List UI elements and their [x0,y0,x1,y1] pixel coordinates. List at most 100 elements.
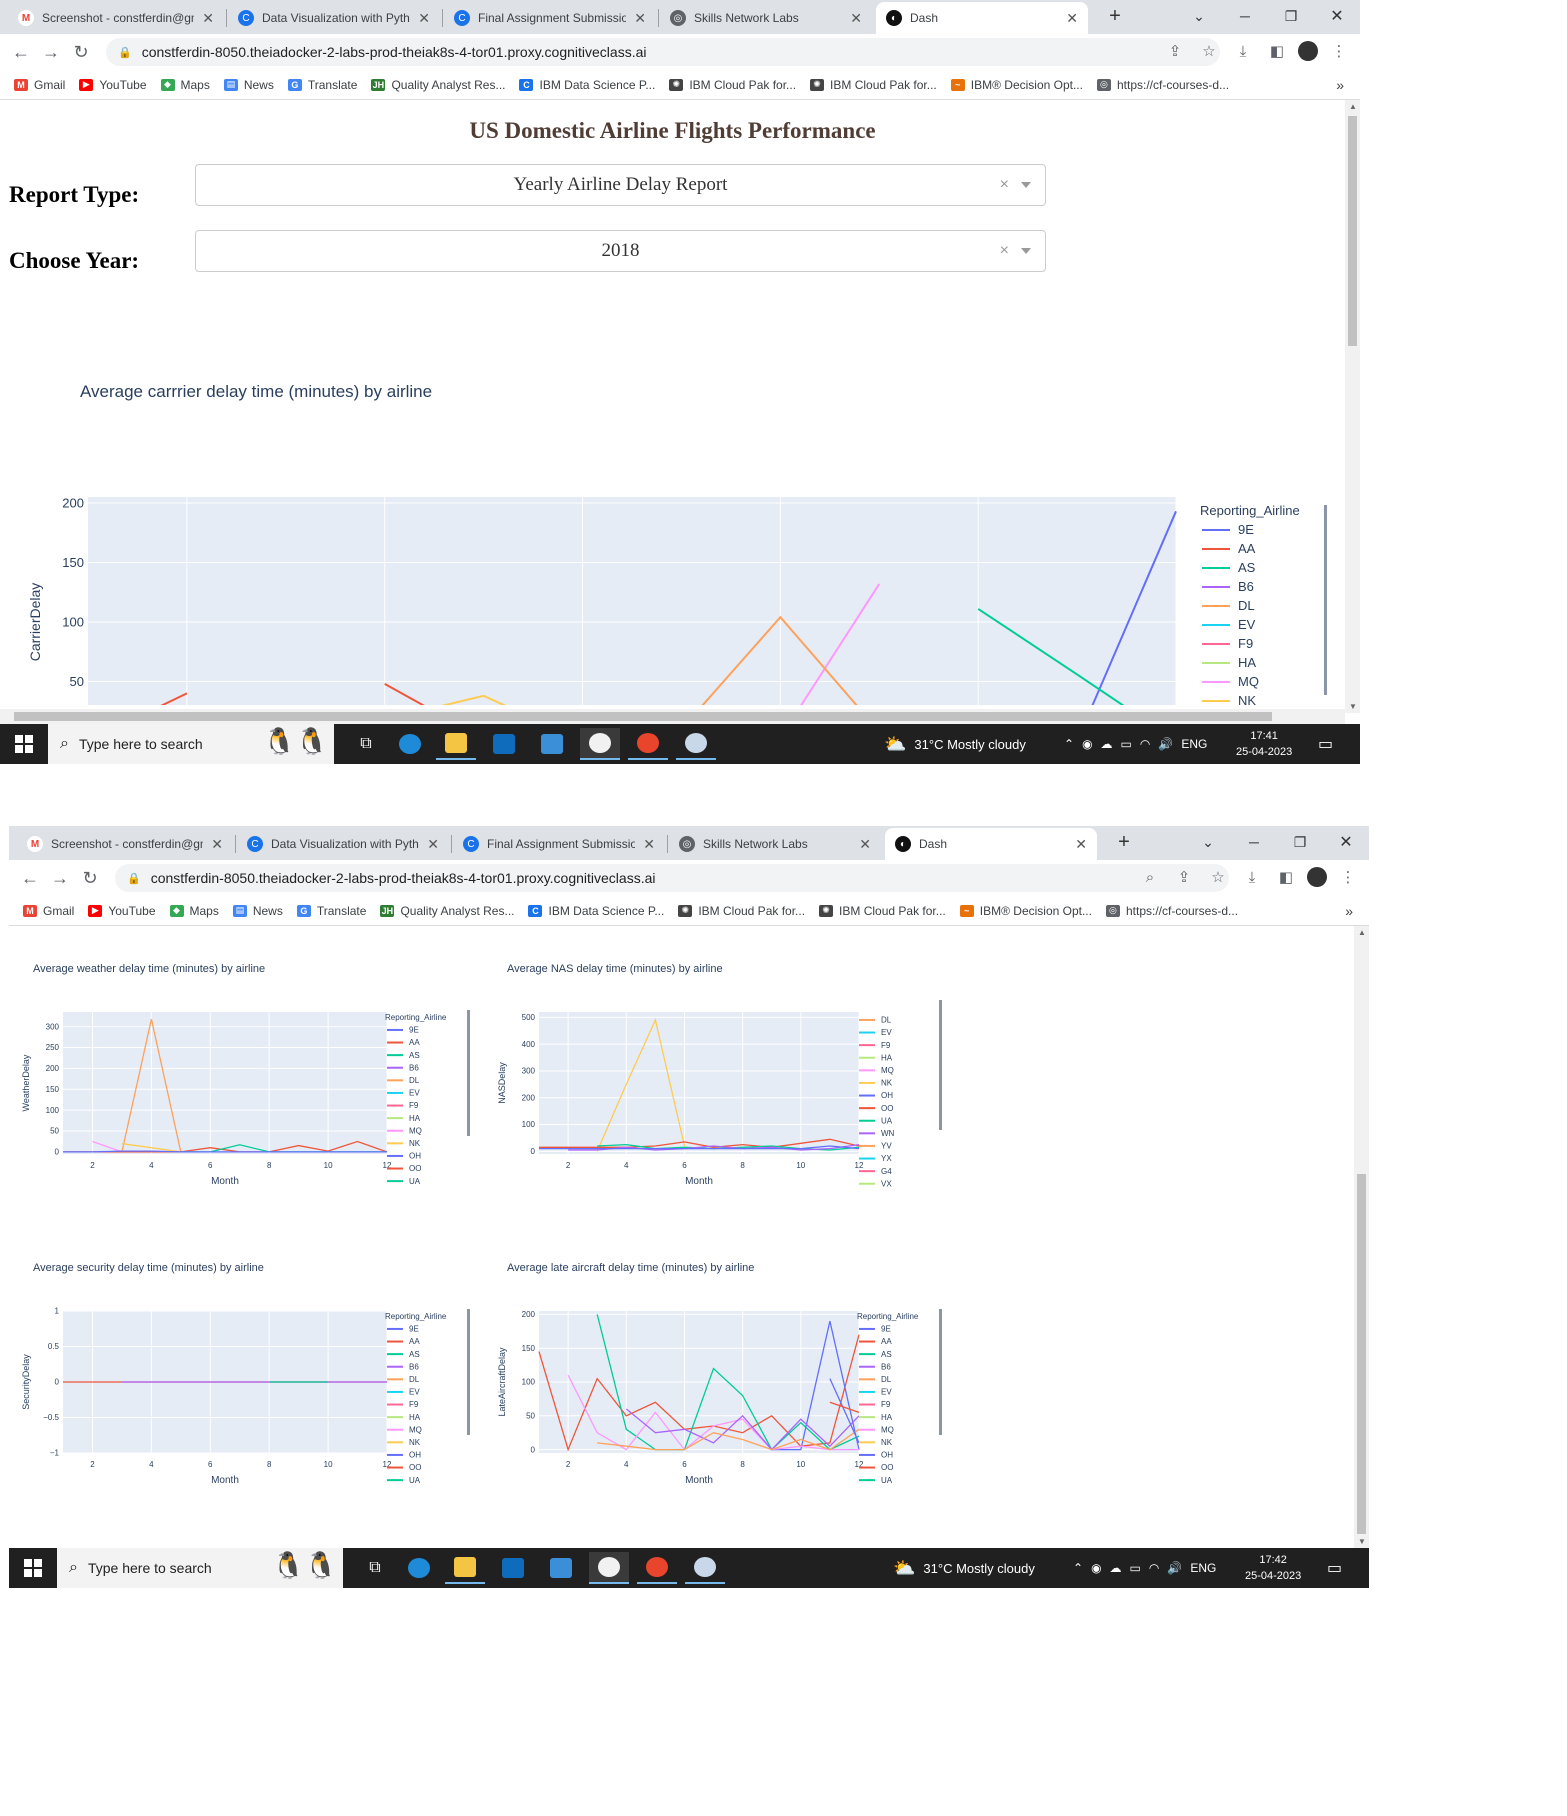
close-icon[interactable]: ✕ [202,10,214,27]
forward-arrow-icon[interactable]: → [36,37,66,67]
bookmark-news[interactable]: ▤ News [232,904,283,918]
restore-button[interactable]: ❐ [1268,0,1314,32]
download-icon[interactable]: ⤓ [1239,864,1265,890]
close-icon[interactable]: ✕ [859,836,871,853]
bookmark-gear[interactable]: ✺ IBM Cloud Pak for... [669,78,796,92]
bookmarks-overflow-button[interactable]: » [1336,77,1344,93]
bookmarks-overflow-button[interactable]: » [1345,903,1353,919]
close-icon[interactable]: ✕ [418,10,430,27]
forward-arrow-icon[interactable]: → [45,863,75,893]
close-icon[interactable]: ✕ [634,10,646,27]
chevron-down-icon[interactable] [1021,248,1031,254]
tab-search-chevron-icon[interactable]: ⌄ [1176,0,1222,32]
tab-dash[interactable]: ◐ Dash ✕ [876,2,1088,34]
tab-final-assignment[interactable]: C Final Assignment Submission ✕ [453,828,665,860]
close-icon[interactable]: ✕ [427,836,439,853]
file-explorer-icon[interactable] [445,1552,485,1584]
notification-icon[interactable]: ▭ [1327,1548,1342,1588]
close-icon[interactable]: ✕ [1066,10,1078,27]
chevron-up-icon[interactable]: ⌃ [1064,737,1074,751]
bookmark-youtube[interactable]: ▶ YouTube [88,904,156,918]
weather-widget[interactable]: ⛅ 31°C Mostly cloudy [884,724,1026,764]
address-bar[interactable]: 🔒 constferdin-8050.theiadocker-2-labs-pr… [106,38,1220,66]
close-icon[interactable]: ✕ [850,10,862,27]
close-icon[interactable]: ✕ [643,836,655,853]
chrome-browser-icon[interactable] [580,728,620,760]
share-icon[interactable]: ⇪ [1162,38,1188,64]
close-icon[interactable]: ✕ [211,836,223,853]
edge-browser-icon[interactable] [399,1552,439,1584]
tab-skills-network[interactable]: ◎ Skills Network Labs ✕ [660,2,872,34]
snipping-tool-icon[interactable] [637,1552,677,1584]
task-view-icon[interactable]: ⧉ [346,728,386,760]
carrier-delay-chart[interactable]: Average carrrier delay time (minutes) by… [0,305,1345,705]
zoom-icon[interactable]: ⌕ [1137,864,1163,890]
taskbar-search-box[interactable]: ⌕ Type here to search 🐧🐧 [48,724,334,764]
bookmark-coursera[interactable]: C IBM Data Science P... [519,78,655,92]
battery-icon[interactable]: ▭ [1130,1561,1141,1575]
meet-now-icon[interactable]: ◉ [1082,737,1092,751]
reload-icon[interactable]: ↻ [66,37,96,67]
bookmark-star-icon[interactable]: ☆ [1205,864,1231,890]
bookmark-youtube[interactable]: ▶ YouTube [79,78,147,92]
bookmark-gmail[interactable]: M Gmail [14,78,65,92]
bookmark-maps[interactable]: ◆ Maps [160,78,210,92]
bookmark-news[interactable]: ▤ News [223,78,274,92]
profile-avatar[interactable] [1307,867,1327,887]
bookmark-coursera[interactable]: C IBM Data Science P... [528,904,664,918]
side-panel-icon[interactable]: ◧ [1264,38,1290,64]
windows-start-icon[interactable] [0,724,48,764]
back-arrow-icon[interactable]: ← [6,37,36,67]
edge-browser-icon[interactable] [390,728,430,760]
clock[interactable]: 17:42 25-04-2023 [1245,1552,1301,1584]
vertical-scrollbar[interactable]: ▲ ▼ [1345,100,1360,713]
menu-kebab-icon[interactable]: ⋮ [1326,38,1352,64]
tab-gmail[interactable]: M Screenshot - constferdin@gm ✕ [8,2,224,34]
clock[interactable]: 17:41 25-04-2023 [1236,728,1292,760]
bookmark-star-icon[interactable]: ☆ [1196,38,1222,64]
bookmark-jh[interactable]: JH Quality Analyst Res... [371,78,505,92]
weather-widget[interactable]: ⛅ 31°C Mostly cloudy [893,1548,1035,1588]
microsoft-store-icon[interactable] [493,1552,533,1584]
close-icon[interactable]: ✕ [1075,836,1087,853]
windows-start-icon[interactable] [9,1548,57,1588]
mail-icon[interactable] [541,1552,581,1584]
weather-delay-chart[interactable]: Average weather delay time (minutes) by … [9,942,479,1232]
tab-gmail[interactable]: M Screenshot - constferdin@gm ✕ [17,828,233,860]
address-bar[interactable]: 🔒 constferdin-8050.theiadocker-2-labs-pr… [115,864,1229,892]
late-aircraft-delay-chart[interactable]: Average late aircraft delay time (minute… [475,1241,955,1531]
security-delay-chart[interactable]: Average security delay time (minutes) by… [9,1241,479,1531]
notification-icon[interactable]: ▭ [1318,724,1333,764]
new-tab-button[interactable]: + [1092,0,1138,32]
download-icon[interactable]: ⤓ [1230,38,1256,64]
clear-icon[interactable]: × [1000,176,1009,194]
onedrive-icon[interactable]: ☁ [1101,737,1113,751]
mail-icon[interactable] [532,728,572,760]
clear-icon[interactable]: × [1000,242,1009,260]
task-view-icon[interactable]: ⧉ [355,1552,395,1584]
bookmark-translate[interactable]: G Translate [296,904,366,918]
minimize-button[interactable]: ─ [1222,0,1268,32]
paint-icon[interactable] [685,1552,725,1584]
menu-kebab-icon[interactable]: ⋮ [1335,864,1361,890]
volume-icon[interactable]: 🔊 [1167,1561,1182,1575]
minimize-button[interactable]: ─ [1231,826,1277,858]
share-icon[interactable]: ⇪ [1171,864,1197,890]
tab-data-visualization[interactable]: C Data Visualization with Pytho ✕ [228,2,440,34]
chrome-browser-icon[interactable] [589,1552,629,1584]
wifi-icon[interactable]: ◠ [1140,737,1150,751]
wifi-icon[interactable]: ◠ [1149,1561,1159,1575]
report-type-dropdown[interactable]: Yearly Airline Delay Report × [195,164,1046,206]
bookmark-gear[interactable]: ✺ IBM Cloud Pak for... [810,78,937,92]
vertical-scrollbar[interactable]: ▲ ▼ [1354,926,1369,1548]
meet-now-icon[interactable]: ◉ [1091,1561,1101,1575]
close-window-button[interactable]: ✕ [1314,0,1360,32]
nas-delay-chart[interactable]: Average NAS delay time (minutes) by airl… [475,942,955,1232]
tab-data-visualization[interactable]: C Data Visualization with Pytho ✕ [237,828,449,860]
bookmark-jh[interactable]: JH Quality Analyst Res... [380,904,514,918]
year-dropdown[interactable]: 2018 × [195,230,1046,272]
file-explorer-icon[interactable] [436,728,476,760]
onedrive-icon[interactable]: ☁ [1110,1561,1122,1575]
back-arrow-icon[interactable]: ← [15,863,45,893]
bookmark-decision[interactable]: ~ IBM® Decision Opt... [950,78,1083,92]
